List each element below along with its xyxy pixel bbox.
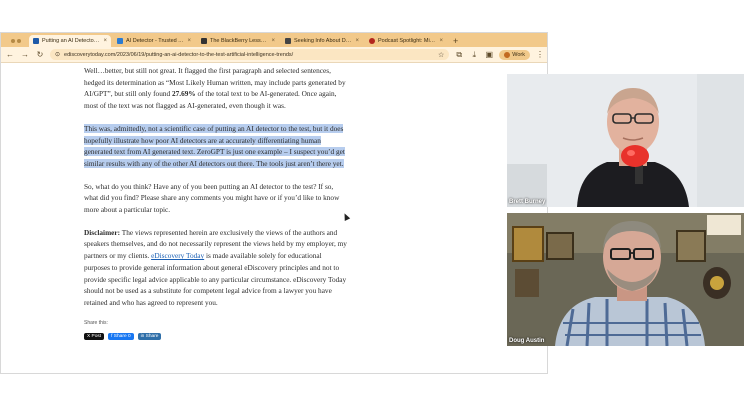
tab-favicon-icon (201, 38, 207, 44)
share-x-button[interactable]: X Post (84, 333, 105, 341)
close-tab-icon[interactable]: × (439, 38, 443, 44)
profile-label: Work (512, 51, 525, 58)
close-tab-icon[interactable]: × (103, 38, 107, 44)
paragraph-conclusion-selected[interactable]: This was, admittedly, not a scientific c… (84, 123, 349, 170)
tab-label: Seeking Info About Deepfake (294, 38, 352, 44)
share-label: Share this: (84, 319, 108, 326)
screen: Putting an AI Detector to the × AI Detec… (0, 0, 744, 418)
tab-label: Putting an AI Detector to the (42, 38, 100, 44)
paragraph-results: Well…better, but still not great. It fla… (84, 66, 346, 111)
share-linkedin-button[interactable]: in Share (137, 333, 162, 341)
browser-toolbar: ← → ↻ ⊙ ediscoverytoday.com/2023/06/19/p… (1, 47, 547, 63)
site-info-icon[interactable]: ⊙ (55, 51, 60, 58)
tab-favicon-icon (117, 38, 123, 44)
tab-favicon-icon (33, 38, 39, 44)
percentage-value: 27.69% (171, 89, 196, 99)
participant-name-doug: Doug Austin (509, 338, 545, 344)
download-icon[interactable]: ⤓ (469, 50, 479, 60)
tab-label: AI Detector - Trusted AI Che (126, 38, 184, 44)
participant-name-brett: Brett Burney (509, 199, 546, 205)
brett-video-feed (507, 74, 744, 207)
tab-blackberry-lesson[interactable]: The BlackBerry Lesson for e × (197, 35, 279, 47)
browser-window: Putting an AI Detector to the × AI Detec… (0, 32, 548, 374)
share-buttons: X Post f Share 0 in Share (84, 333, 349, 341)
tab-favicon-icon (369, 38, 375, 44)
avatar (504, 51, 511, 58)
selected-text[interactable]: This was, admittedly, not a scientific c… (84, 123, 345, 168)
tab-strip: Putting an AI Detector to the × AI Detec… (1, 33, 547, 47)
tab-label: Podcast Spotlight: Mike New (378, 38, 436, 44)
tab-deepfake-info[interactable]: Seeking Info About Deepfake × (281, 35, 363, 47)
forward-icon[interactable]: → (20, 50, 30, 59)
back-icon[interactable]: ← (5, 50, 15, 59)
url-text: ediscoverytoday.com/2023/06/19/putting-a… (64, 51, 294, 58)
extensions-icon[interactable]: ⧉ (454, 50, 464, 60)
address-bar[interactable]: ⊙ ediscoverytoday.com/2023/06/19/putting… (50, 49, 450, 60)
disclaimer-label: Disclaimer: (84, 227, 121, 237)
tab-podcast-spotlight[interactable]: Podcast Spotlight: Mike New × (365, 35, 447, 47)
close-tab-icon[interactable]: × (271, 38, 275, 44)
paragraph-question: So, what do you think? Have any of you b… (84, 181, 340, 215)
video-tile-doug[interactable]: Doug Austin (507, 213, 744, 346)
reload-icon[interactable]: ↻ (35, 50, 45, 59)
article-body: Well…better, but still not great. It fla… (84, 65, 349, 341)
paragraph-disclaimer: Disclaimer: The views represented herein… (84, 227, 347, 307)
bookmark-star-icon[interactable]: ☆ (438, 51, 444, 59)
window-controls[interactable] (5, 35, 27, 47)
ediscovery-today-link[interactable]: eDiscovery Today (151, 251, 204, 260)
tab-label: The BlackBerry Lesson for e (210, 38, 268, 44)
close-tab-icon[interactable]: × (187, 38, 191, 44)
profile-chip[interactable]: Work (499, 49, 530, 60)
video-tile-brett[interactable]: Brett Burney (507, 74, 744, 207)
menu-kebab-icon[interactable]: ⋮ (535, 50, 545, 59)
close-tab-icon[interactable]: × (355, 38, 359, 44)
doug-video-feed (507, 213, 744, 346)
tab-putting-ai-detector[interactable]: Putting an AI Detector to the × (29, 35, 111, 47)
new-tab-button[interactable]: + (449, 35, 462, 47)
tab-favicon-icon (285, 38, 291, 44)
tab-ai-detector-trusted[interactable]: AI Detector - Trusted AI Che × (113, 35, 195, 47)
share-facebook-button[interactable]: f Share 0 (108, 333, 134, 341)
side-panel-icon[interactable]: ▣ (484, 50, 494, 59)
